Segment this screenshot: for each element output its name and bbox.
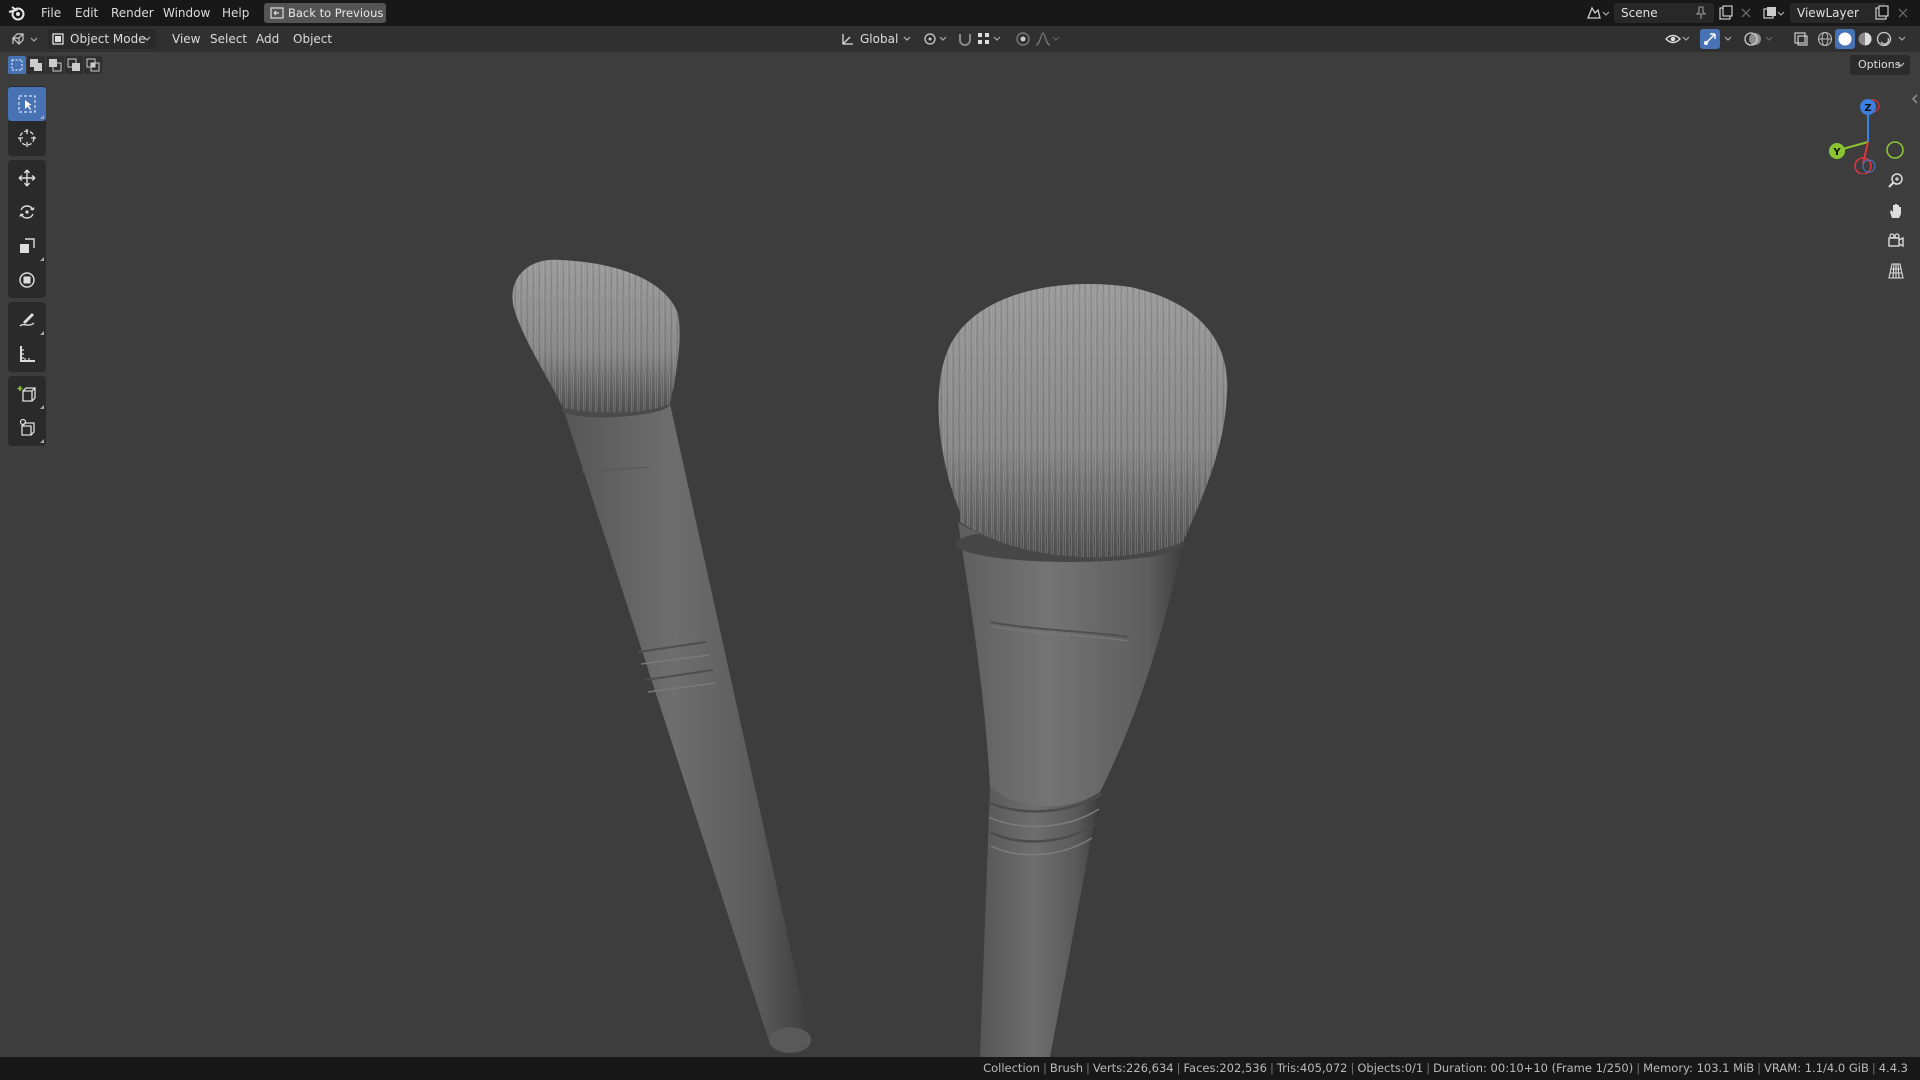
shading-wireframe-icon[interactable] <box>1816 30 1834 48</box>
back-label: Back to Previous <box>288 6 384 20</box>
stat-vram: VRAM: 1.1/4.0 GiB <box>1764 1061 1869 1075</box>
menu-render[interactable]: Render <box>105 0 160 26</box>
new-scene-icon[interactable] <box>1718 5 1734 21</box>
editor-type-icon[interactable] <box>10 30 40 48</box>
chevron-down-icon <box>1896 55 1906 75</box>
orientation-dropdown[interactable]: Global <box>836 29 914 49</box>
perspective-toggle-icon[interactable] <box>1882 257 1910 285</box>
chevron-down-icon[interactable] <box>1896 30 1908 48</box>
select-invert-icon[interactable] <box>65 56 83 74</box>
gizmo-y-positive <box>1886 141 1904 159</box>
menu-help[interactable]: Help <box>216 0 255 26</box>
left-brush <box>512 259 811 1053</box>
menu-view[interactable]: View <box>166 29 206 49</box>
stat-collection: Collection <box>983 1061 1040 1075</box>
proportional-editing-icon[interactable] <box>1014 30 1032 48</box>
scene-selector-icon[interactable] <box>1586 5 1610 21</box>
snap-icon[interactable] <box>956 30 974 48</box>
delete-scene-icon[interactable] <box>1740 7 1752 19</box>
chevron-down-icon[interactable] <box>1722 30 1734 48</box>
mode-label: Object Mode <box>70 32 146 46</box>
shading-solid-icon[interactable] <box>1835 29 1855 49</box>
gizmo-z-label: Z <box>1864 103 1871 114</box>
overlays-icon[interactable] <box>1744 30 1776 48</box>
orientation-icon <box>840 32 854 46</box>
scene-name: Scene <box>1621 6 1658 20</box>
snap-target-icon[interactable] <box>976 30 1004 48</box>
transform-tool-icon[interactable] <box>8 263 46 297</box>
visibility-icon[interactable] <box>1664 30 1692 48</box>
blender-logo-icon[interactable] <box>8 4 26 22</box>
object-mode-icon <box>52 33 64 45</box>
chevron-down-icon <box>902 29 912 49</box>
left-brush-handle <box>563 404 810 1044</box>
stat-duration: Duration: 00:10+10 (Frame 1/250) <box>1433 1061 1634 1075</box>
toolbar <box>8 86 46 450</box>
menu-file[interactable]: File <box>35 0 67 26</box>
viewport-header: Object Mode View Select Add Object Globa… <box>0 26 1920 52</box>
stat-faces: Faces:202,536 <box>1183 1061 1267 1075</box>
measure-tool-icon[interactable] <box>8 337 46 371</box>
menu-object[interactable]: Object <box>287 29 338 49</box>
zoom-icon[interactable] <box>1882 167 1910 195</box>
options-dropdown[interactable]: Options <box>1850 55 1910 75</box>
gizmo-y-label: Y <box>1832 147 1841 158</box>
right-brush <box>938 284 1228 1057</box>
chevron-down-icon <box>142 29 152 49</box>
status-bar: Collection | Brush | Verts:226,634 | Faces:202… <box>0 1057 1920 1080</box>
viewlayer-name: ViewLayer <box>1797 6 1859 20</box>
right-brush-handle <box>980 787 1100 1057</box>
shading-rendered-icon[interactable] <box>1875 30 1893 48</box>
viewlayer-selector-icon[interactable] <box>1762 5 1786 21</box>
menu-select[interactable]: Select <box>204 29 253 49</box>
stat-verts: Verts:226,634 <box>1092 1061 1174 1075</box>
cursor-tool-icon[interactable] <box>8 121 46 155</box>
menu-window[interactable]: Window <box>157 0 216 26</box>
viewlayer-name-field[interactable]: ViewLayer <box>1790 3 1886 23</box>
top-bar: File Edit Render Window Help Back to Pre… <box>0 0 1920 26</box>
stat-objects: Objects:0/1 <box>1357 1061 1424 1075</box>
camera-view-icon[interactable] <box>1882 227 1910 255</box>
options-label: Options <box>1858 58 1901 71</box>
navigation-gizmo[interactable]: Z Y <box>1820 94 1920 174</box>
stat-memory: Memory: 103.1 MiB <box>1643 1061 1755 1075</box>
pivot-point-icon[interactable] <box>922 30 950 48</box>
brush-scene <box>512 259 1228 1057</box>
add-object-tool-icon[interactable] <box>8 411 46 445</box>
3d-viewport[interactable]: Options Z Y <box>0 52 1920 1057</box>
menu-add[interactable]: Add <box>250 29 285 49</box>
stat-tris: Tris:405,072 <box>1276 1061 1348 1075</box>
scene-statistics: Collection | Brush | Verts:226,634 | Faces:202… <box>983 1061 1908 1075</box>
pin-icon[interactable] <box>1695 6 1707 20</box>
select-extend-icon[interactable] <box>27 56 45 74</box>
new-viewlayer-icon[interactable] <box>1874 5 1890 21</box>
delete-viewlayer-icon[interactable] <box>1897 7 1909 19</box>
scale-tool-icon[interactable] <box>8 229 46 263</box>
gizmo-toggle-icon[interactable] <box>1700 29 1720 49</box>
select-box-tool-icon[interactable] <box>8 87 46 121</box>
select-subtract-icon[interactable] <box>46 56 64 74</box>
mode-dropdown[interactable]: Object Mode <box>48 29 156 49</box>
back-to-previous-button[interactable]: Back to Previous <box>264 3 386 23</box>
xray-icon[interactable] <box>1792 30 1810 48</box>
annotate-tool-icon[interactable] <box>8 303 46 337</box>
shading-material-icon[interactable] <box>1856 30 1874 48</box>
stat-object: Brush <box>1049 1061 1084 1075</box>
menu-edit[interactable]: Edit <box>69 0 104 26</box>
falloff-icon[interactable] <box>1034 30 1062 48</box>
select-new-icon[interactable] <box>8 56 26 74</box>
select-intersect-icon[interactable] <box>84 56 102 74</box>
pan-hand-icon[interactable] <box>1882 197 1910 225</box>
move-tool-icon[interactable] <box>8 161 46 195</box>
add-cube-tool-icon[interactable] <box>8 377 46 411</box>
orientation-label: Global <box>860 32 899 46</box>
stat-version: 4.4.3 <box>1878 1061 1908 1075</box>
selection-mode-group <box>8 56 102 76</box>
right-brush-ferrule <box>958 522 1183 807</box>
rotate-tool-icon[interactable] <box>8 195 46 229</box>
back-icon <box>270 6 284 20</box>
